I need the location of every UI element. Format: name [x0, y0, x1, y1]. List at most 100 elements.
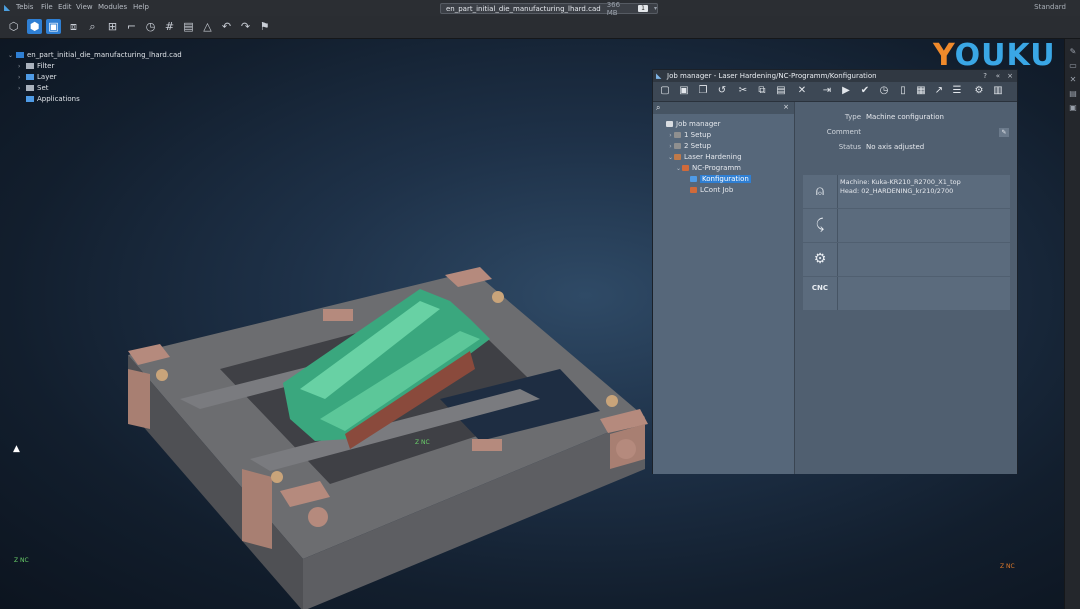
rotate-left-icon[interactable]: ↶: [219, 19, 234, 34]
side-face: [128, 369, 150, 429]
job-manager-toolbar: ▢ ▣ ❐ ↺ ✂ ⧉ ▤ ✕ ⇥ ▶ ✔ ◷ ▯ ▦ ↗ ☰ ⚙ ▥: [653, 82, 1017, 102]
chevron-down-icon[interactable]: ⌄: [8, 50, 16, 61]
chevron-down-icon[interactable]: ⌄: [667, 152, 674, 163]
paste-icon[interactable]: ▤: [775, 85, 787, 97]
panel-icon[interactable]: ▥: [992, 85, 1004, 97]
property-value: Machine configuration: [866, 113, 944, 121]
chevron-right-icon[interactable]: ›: [667, 130, 674, 141]
menu-help[interactable]: Help: [133, 3, 149, 11]
flag-icon[interactable]: ⚑: [257, 19, 272, 34]
edit-comment-icon[interactable]: ✎: [999, 128, 1009, 137]
settings-icon[interactable]: ⚙: [973, 85, 985, 97]
cube-solid-icon[interactable]: ⬢: [27, 19, 42, 34]
timer-icon[interactable]: ◷: [143, 19, 158, 34]
duplicate-icon[interactable]: ⧉: [756, 85, 768, 97]
play-icon[interactable]: ▶: [840, 85, 852, 97]
list-icon[interactable]: ☰: [951, 85, 963, 97]
tree-item-layer[interactable]: › Layer: [8, 72, 182, 83]
check-icon[interactable]: ✔: [859, 85, 871, 97]
save-icon[interactable]: ▣: [678, 85, 690, 97]
chevron-right-icon[interactable]: ›: [18, 72, 26, 83]
stopwatch-icon[interactable]: ◷: [878, 85, 890, 97]
object-tree: ⌄ en_part_initial_die_manufacturing_lhard…: [8, 50, 182, 105]
robot-icon[interactable]: ⍝: [803, 175, 838, 208]
cross-icon[interactable]: ✕: [1068, 75, 1078, 85]
config-card[interactable]: ⚙: [803, 243, 1010, 276]
pen-icon[interactable]: ✎: [1068, 47, 1078, 57]
memory-usage: 366 MB: [606, 0, 621, 17]
tree-item-set[interactable]: › Set: [8, 83, 182, 94]
job-tree-label: 1 Setup: [684, 131, 712, 139]
rotate-right-icon[interactable]: ↷: [238, 19, 253, 34]
cnc-icon[interactable]: CNC: [803, 277, 838, 310]
laser-head-icon[interactable]: ⤹: [803, 209, 838, 242]
config-card[interactable]: ⍝ Machine: Kuka-KR210_R2700_X1_top Head: 0…: [803, 175, 1010, 208]
new-job-icon[interactable]: ▢: [659, 85, 671, 97]
property-value: No axis adjusted: [866, 143, 925, 151]
tree-root[interactable]: ⌄ en_part_initial_die_manufacturing_lhard…: [8, 50, 182, 61]
zoom-icon[interactable]: ⌕: [85, 19, 100, 34]
menu-modules[interactable]: Modules: [98, 3, 127, 11]
gears-icon[interactable]: ⚙: [803, 243, 838, 276]
export-icon[interactable]: ↗: [933, 85, 945, 97]
sheet-icon[interactable]: ▯: [897, 85, 909, 97]
chevron-down-icon[interactable]: ⌄: [675, 163, 682, 174]
chevron-down-icon[interactable]: ▾: [654, 5, 657, 12]
toggle-icon[interactable]: ▭: [1068, 61, 1078, 71]
clear-icon[interactable]: ×: [783, 103, 789, 111]
cut-icon[interactable]: ✂: [737, 85, 749, 97]
delete-icon[interactable]: ✕: [796, 85, 808, 97]
job-tree-item[interactable]: Job manager: [653, 119, 794, 130]
menu-edit[interactable]: Edit: [58, 3, 72, 11]
workspace-selector[interactable]: Standard: [1034, 3, 1066, 11]
layout-icon[interactable]: ▤: [181, 19, 196, 34]
job-node-icon: [690, 176, 697, 182]
job-tree-label: Laser Hardening: [684, 153, 742, 161]
chevron-right-icon[interactable]: ›: [18, 61, 26, 72]
job-tree-item[interactable]: Konfiguration: [653, 174, 794, 185]
layers-icon[interactable]: ▤: [1068, 89, 1078, 99]
job-tree-item[interactable]: LCont Job: [653, 185, 794, 196]
cube-shaded-icon[interactable]: ▣: [46, 19, 61, 34]
chevron-right-icon[interactable]: ›: [18, 83, 26, 94]
page-number[interactable]: 1: [638, 5, 648, 12]
cube-wire-icon[interactable]: ⬡: [6, 19, 21, 34]
config-card[interactable]: CNC: [803, 277, 1010, 310]
search-icon[interactable]: ⌕: [656, 103, 660, 113]
job-tree-search[interactable]: ⌕ ×: [653, 102, 794, 114]
tree-item-filter[interactable]: › Filter: [8, 61, 182, 72]
menu-view[interactable]: View: [76, 3, 93, 11]
config-card[interactable]: ⤹: [803, 209, 1010, 242]
axis-icon[interactable]: ⌐: [124, 19, 139, 34]
fit-icon[interactable]: ⊞: [105, 19, 120, 34]
step-icon[interactable]: ⇥: [821, 85, 833, 97]
collapse-icon[interactable]: «: [996, 70, 1000, 82]
file-tab-name: en_part_initial_die_manufacturing_lhard.…: [446, 4, 601, 13]
help-icon[interactable]: ?: [983, 70, 987, 82]
menu-app[interactable]: Tebis: [16, 3, 33, 11]
chevron-right-icon[interactable]: ›: [667, 141, 674, 152]
job-tree-item[interactable]: › 1 Setup: [653, 130, 794, 141]
grid-icon[interactable]: #: [162, 19, 177, 34]
tree-item-applications[interactable]: Applications: [8, 94, 182, 105]
box-icon[interactable]: ▣: [1068, 103, 1078, 113]
job-manager-title-bar[interactable]: ◣ Job manager - Laser Hardening/NC-Progr…: [653, 70, 1017, 82]
report-icon[interactable]: ▦: [915, 85, 927, 97]
job-detail-panel: Type Machine configuration Comment ✎ Status N…: [795, 102, 1017, 474]
job-tree-item[interactable]: ⌄ Laser Hardening: [653, 152, 794, 163]
filter-icon: [26, 63, 34, 69]
property-key: Type: [844, 113, 861, 121]
job-tree-item[interactable]: ⌄ NC-Programm: [653, 163, 794, 174]
frame-icon[interactable]: ⧈: [66, 19, 81, 34]
job-manager-window: ◣ Job manager - Laser Hardening/NC-Progr…: [652, 69, 1018, 474]
copy-icon[interactable]: ❐: [697, 85, 709, 97]
job-manager-title: Job manager - Laser Hardening/NC-Program…: [667, 72, 877, 80]
file-tab[interactable]: en_part_initial_die_manufacturing_lhard.…: [440, 0, 658, 17]
undo-icon[interactable]: ↺: [716, 85, 728, 97]
menu-file[interactable]: File: [41, 3, 53, 11]
job-node-icon: [674, 154, 681, 160]
close-icon[interactable]: ×: [1007, 70, 1013, 82]
job-tree-item[interactable]: › 2 Setup: [653, 141, 794, 152]
properties: Type Machine configuration Comment ✎ Status N…: [803, 110, 1009, 155]
triangle-icon[interactable]: △: [200, 19, 215, 34]
